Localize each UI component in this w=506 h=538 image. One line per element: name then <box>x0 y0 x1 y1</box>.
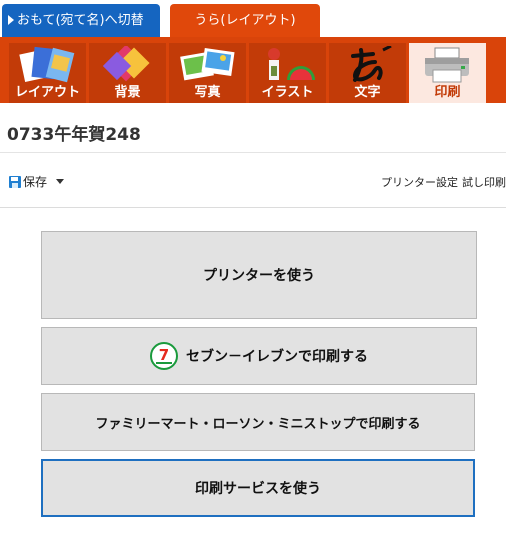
seven-eleven-print-button[interactable]: 7 セブン－イレブンで印刷する <box>41 327 477 385</box>
tool-illustration-label: イラスト <box>261 85 314 100</box>
category-toolbar: レイアウト 背景 写真 イラスト 文字 印刷 <box>0 37 506 103</box>
tool-print[interactable]: 印刷 <box>409 43 486 103</box>
tool-background-label: 背景 <box>114 85 141 100</box>
use-printer-label: プリンターを使う <box>203 268 315 284</box>
text-icon <box>351 46 392 82</box>
seven-eleven-print-label: セブン－イレブンで印刷する <box>186 349 368 365</box>
tool-layout[interactable]: レイアウト <box>9 43 86 103</box>
print-service-button[interactable]: 印刷サービスを使う <box>41 459 475 517</box>
printer-settings-button[interactable]: プリンター設定 <box>381 174 458 190</box>
top-tab-bar: おもて(宛て名)へ切替 うら(レイアウト) <box>0 0 506 38</box>
seven-eleven-logo-text: 7 <box>158 346 170 364</box>
play-arrow-icon <box>8 14 14 25</box>
test-print-button[interactable]: 試し印刷 <box>462 174 506 190</box>
tool-text-label: 文字 <box>354 85 381 100</box>
switch-to-front-label: おもて(宛て名)へ切替 <box>17 13 144 28</box>
tool-illustration[interactable]: イラスト <box>249 43 326 103</box>
divider <box>0 207 506 208</box>
divider <box>0 152 506 153</box>
tool-layout-label: レイアウト <box>14 85 80 100</box>
tool-photo-label: 写真 <box>194 85 221 100</box>
background-icon <box>102 46 150 82</box>
save-label: 保存 <box>23 175 48 189</box>
tool-photo[interactable]: 写真 <box>169 43 246 103</box>
back-layout-tab[interactable]: うら(レイアウト) <box>170 4 320 38</box>
famima-lawson-ministop-print-label: ファミリーマート・ローソン・ミニストップで印刷する <box>95 416 421 432</box>
photo-icon <box>180 48 235 81</box>
tool-text[interactable]: 文字 <box>329 43 406 103</box>
seven-eleven-logo-icon: 7 <box>150 342 178 370</box>
use-printer-button[interactable]: プリンターを使う <box>41 231 477 319</box>
print-service-label: 印刷サービスを使う <box>195 481 321 497</box>
illustration-icon <box>268 48 315 80</box>
save-dropdown-chevron-icon[interactable] <box>56 179 65 184</box>
famima-lawson-ministop-print-button[interactable]: ファミリーマート・ローソン・ミニストップで印刷する <box>41 393 475 451</box>
tool-background[interactable]: 背景 <box>89 43 166 103</box>
layout-icon <box>19 46 75 83</box>
document-title: 0733午年賀248 <box>7 125 141 145</box>
back-layout-tab-label: うら(レイアウト) <box>194 13 296 28</box>
printer-icon <box>425 47 469 83</box>
save-disk-icon <box>9 176 21 188</box>
save-button[interactable]: 保存 <box>9 173 65 190</box>
tool-print-label: 印刷 <box>434 85 461 100</box>
switch-to-front-tab[interactable]: おもて(宛て名)へ切替 <box>2 4 160 37</box>
